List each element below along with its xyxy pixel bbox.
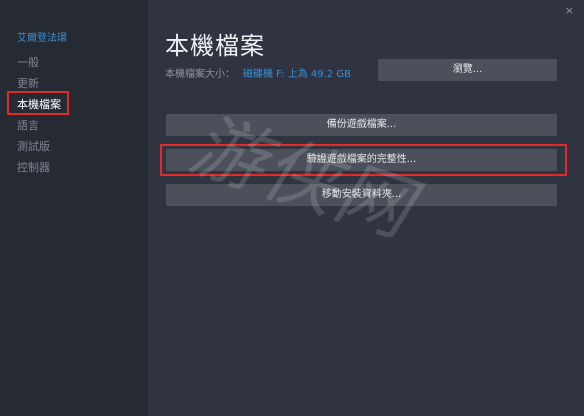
sidebar: 艾爾登法環 一般 更新 本機檔案 語言 測試版 控制器 <box>0 0 148 416</box>
sidebar-item-language[interactable]: 語言 <box>0 115 148 136</box>
backup-game-files-button[interactable]: 備份遊戲檔案... <box>166 114 557 136</box>
steam-properties-window: 艾爾登法環 一般 更新 本機檔案 語言 測試版 控制器 × 本機檔案 本機檔案大… <box>0 0 584 416</box>
sidebar-item-local-files[interactable]: 本機檔案 <box>0 94 148 115</box>
size-label: 本機檔案大小： <box>165 69 235 80</box>
sidebar-nav: 一般 更新 本機檔案 語言 測試版 控制器 <box>0 52 148 178</box>
sidebar-item-updates[interactable]: 更新 <box>0 73 148 94</box>
browse-button[interactable]: 瀏覽... <box>378 59 557 81</box>
page-title: 本機檔案 <box>165 32 265 60</box>
close-icon[interactable]: × <box>565 4 574 17</box>
sidebar-item-betas[interactable]: 測試版 <box>0 136 148 157</box>
move-install-folder-button[interactable]: 移動安裝資料夾... <box>166 184 557 206</box>
local-files-size-row: 本機檔案大小： 磁碟機 F: 上為 49.2 GB <box>165 65 351 80</box>
size-value: 磁碟機 F: 上為 49.2 GB <box>243 69 351 80</box>
verify-integrity-button[interactable]: 驗證遊戲檔案的完整性... <box>166 149 557 171</box>
main-panel: × 本機檔案 本機檔案大小： 磁碟機 F: 上為 49.2 GB 瀏覽... 備份… <box>148 0 584 416</box>
sidebar-item-controller[interactable]: 控制器 <box>0 157 148 178</box>
sidebar-item-general[interactable]: 一般 <box>0 52 148 73</box>
game-title: 艾爾登法環 <box>17 33 67 44</box>
